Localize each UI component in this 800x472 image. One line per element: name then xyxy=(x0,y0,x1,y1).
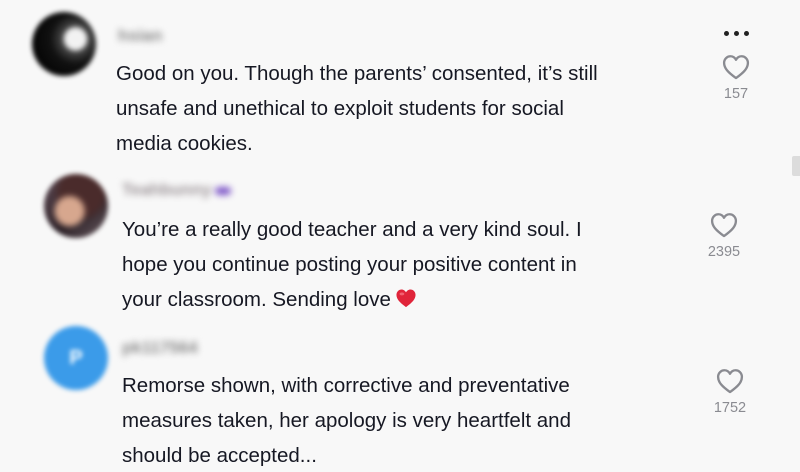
heart-outline-icon xyxy=(716,368,744,394)
like-button[interactable]: 157 xyxy=(706,54,766,102)
comment-text: Remorse shown, with corrective and preve… xyxy=(122,374,571,467)
avatar[interactable]: P xyxy=(44,326,108,390)
comment-text: Good on you. Though the parents’ consent… xyxy=(116,62,598,155)
avatar[interactable] xyxy=(32,12,96,76)
heart-outline-icon xyxy=(722,54,750,80)
comments-panel: hsian Good on you. Though the parents’ c… xyxy=(0,0,800,472)
like-button[interactable]: 1752 xyxy=(700,368,760,416)
like-count: 1752 xyxy=(713,400,747,416)
heart-outline-icon xyxy=(710,212,738,238)
comment-text-body: You’re a really good teacher and a very … xyxy=(122,218,582,311)
more-options-button[interactable] xyxy=(718,26,754,40)
avatar-initial: P xyxy=(69,346,83,369)
red-heart-emoji-icon xyxy=(395,284,417,319)
scrollbar-thumb[interactable] xyxy=(792,156,800,176)
like-button[interactable]: 2395 xyxy=(694,212,754,260)
comment-username[interactable]: Teahbunny xyxy=(122,180,232,200)
like-count: 157 xyxy=(723,86,749,102)
more-options-icon xyxy=(743,30,749,36)
more-options-icon xyxy=(733,30,739,36)
comment-username[interactable]: pk117564 xyxy=(122,338,198,358)
avatar[interactable] xyxy=(44,174,108,238)
badge-icon xyxy=(215,186,232,195)
comment-username-text: Teahbunny xyxy=(122,180,212,199)
more-options-icon xyxy=(723,30,729,36)
comment-text: You’re a really good teacher and a very … xyxy=(122,212,692,319)
comment-username[interactable]: hsian xyxy=(118,26,162,46)
like-count: 2395 xyxy=(707,244,741,260)
